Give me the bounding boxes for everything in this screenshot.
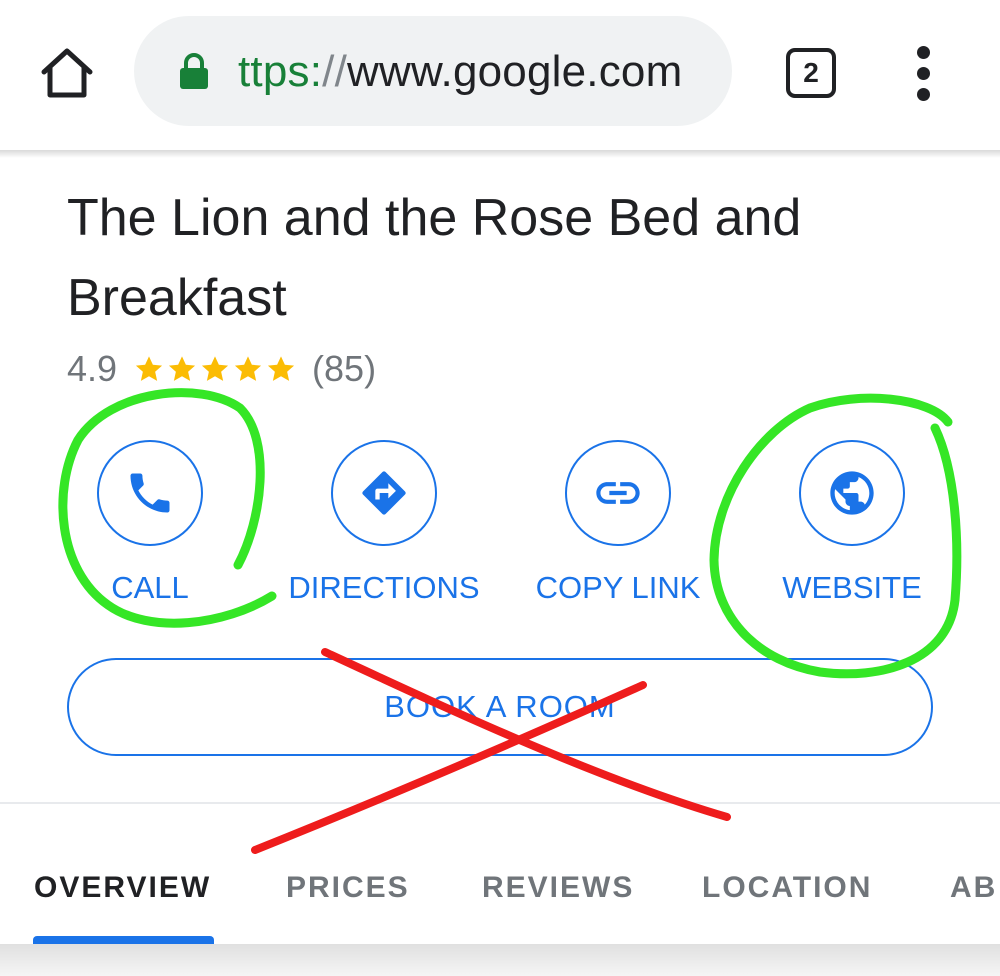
home-button[interactable] bbox=[38, 44, 96, 102]
link-icon bbox=[596, 482, 640, 504]
divider bbox=[0, 802, 1000, 804]
call-circle[interactable] bbox=[97, 440, 203, 546]
bottom-shadow bbox=[0, 944, 1000, 976]
star-rating bbox=[133, 353, 298, 385]
browser-toolbar: ttps://www.google.com 2 bbox=[0, 0, 1000, 150]
website-label[interactable]: WEBSITE bbox=[722, 570, 982, 606]
url-separator: // bbox=[322, 47, 348, 96]
tab-overview[interactable]: OVERVIEW bbox=[34, 858, 211, 918]
book-a-room-button[interactable]: BOOK A ROOM bbox=[67, 658, 933, 756]
url-text: ttps://www.google.com bbox=[238, 44, 682, 100]
directions-label[interactable]: DIRECTIONS bbox=[254, 570, 514, 606]
toolbar-shadow bbox=[0, 150, 1000, 158]
url-scheme: ttps: bbox=[238, 47, 323, 96]
globe-icon bbox=[830, 471, 874, 515]
home-icon bbox=[41, 48, 93, 98]
directions-circle[interactable] bbox=[331, 440, 437, 546]
star-icon bbox=[135, 356, 163, 381]
review-count[interactable]: (85) bbox=[312, 348, 376, 390]
tab-about[interactable]: AB bbox=[950, 858, 997, 918]
phone-icon bbox=[130, 473, 170, 513]
copy-link-label[interactable]: COPY LINK bbox=[488, 570, 748, 606]
call-label[interactable]: CALL bbox=[20, 570, 280, 606]
star-icon bbox=[201, 356, 229, 381]
tab-location[interactable]: LOCATION bbox=[702, 858, 872, 918]
rating-score: 4.9 bbox=[67, 348, 118, 389]
tab-prices[interactable]: PRICES bbox=[286, 858, 410, 918]
tab-switcher-button[interactable]: 2 bbox=[786, 48, 836, 98]
star-icon bbox=[234, 356, 262, 381]
active-tab-indicator bbox=[33, 936, 214, 944]
lock-icon bbox=[180, 53, 208, 89]
website-circle[interactable] bbox=[799, 440, 905, 546]
more-vertical-icon[interactable] bbox=[906, 44, 942, 104]
star-icon bbox=[267, 356, 295, 381]
website-button[interactable]: WEBSITE bbox=[742, 440, 962, 620]
directions-button[interactable]: DIRECTIONS bbox=[274, 440, 494, 620]
listing-title: The Lion and the Rose Bed and Breakfast bbox=[67, 189, 802, 327]
copy-link-circle[interactable] bbox=[565, 440, 671, 546]
tab-reviews[interactable]: REVIEWS bbox=[482, 858, 634, 918]
copy-link-button[interactable]: COPY LINK bbox=[508, 440, 728, 620]
address-bar[interactable]: ttps://www.google.com bbox=[134, 16, 732, 126]
url-host: www.google.com bbox=[347, 47, 683, 96]
directions-icon bbox=[362, 471, 406, 515]
call-button[interactable]: CALL bbox=[40, 440, 260, 620]
tab-bar: OVERVIEW PRICES REVIEWS LOCATION AB bbox=[0, 858, 1000, 918]
rating-row: 4.9 (85) bbox=[67, 344, 376, 394]
star-icon bbox=[168, 356, 196, 381]
